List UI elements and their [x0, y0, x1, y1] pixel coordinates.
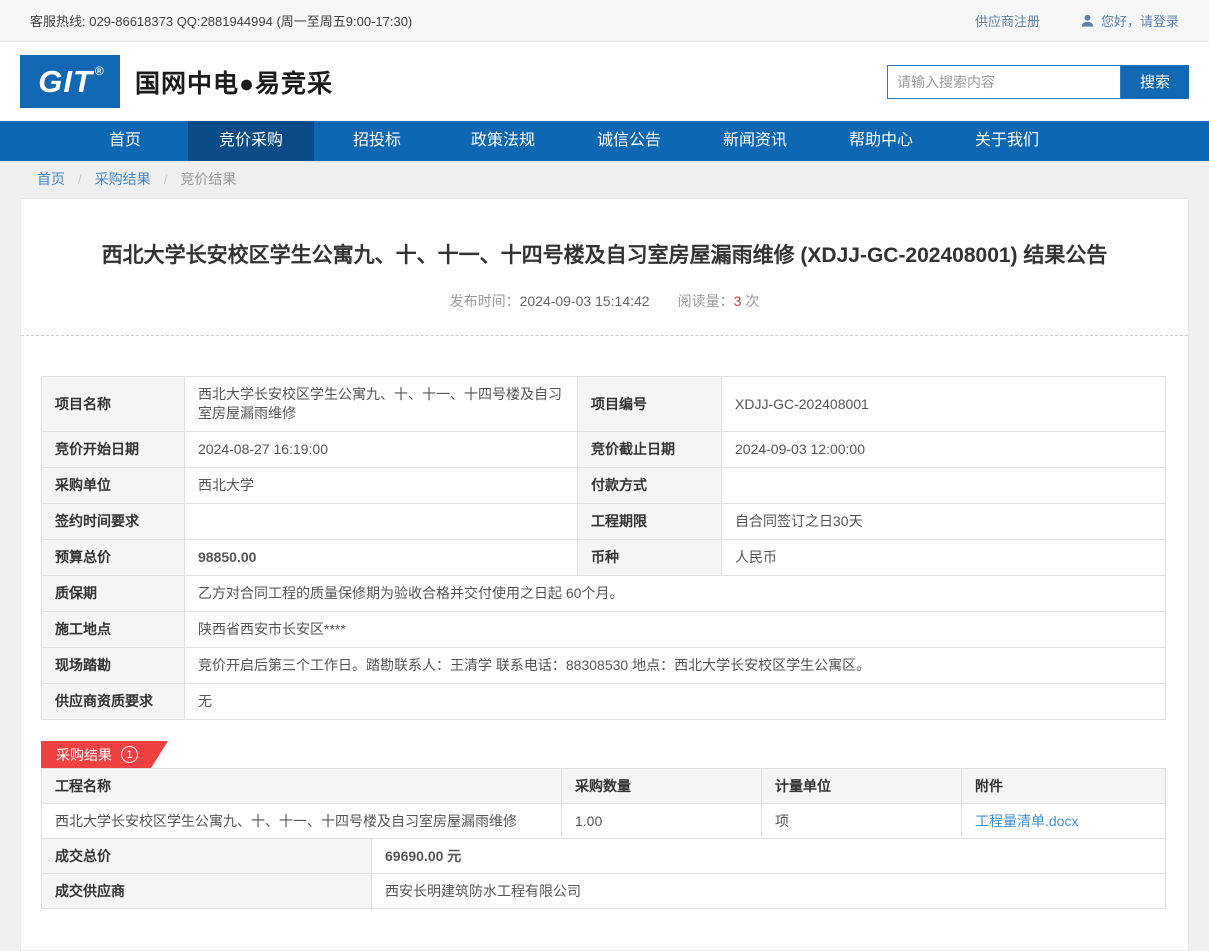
table-row: 签约时间要求 工程期限 自合同签订之日30天	[42, 504, 1166, 540]
nav-item-policy[interactable]: 政策法规	[440, 121, 566, 161]
nav-item-about-us[interactable]: 关于我们	[944, 121, 1070, 161]
table-row: 质保期 乙方对合同工程的质量保修期为验收合格并交付使用之日起 60个月。	[42, 576, 1166, 612]
person-icon	[1080, 13, 1095, 28]
bid-start-value: 2024-08-27 16:19:00	[185, 432, 578, 468]
table-row: 竞价开始日期 2024-08-27 16:19:00 竞价截止日期 2024-0…	[42, 432, 1166, 468]
project-name-label: 项目名称	[42, 377, 185, 432]
table-row: 成交供应商 西安长明建筑防水工程有限公司	[42, 874, 1166, 909]
currency-value: 人民币	[722, 540, 1166, 576]
purchaser-value: 西北大学	[185, 468, 578, 504]
purchase-result-tag-label: 采购结果	[56, 745, 112, 765]
dashed-divider	[21, 335, 1188, 336]
main-nav: 首页 竞价采购 招投标 政策法规 诚信公告 新闻资讯 帮助中心 关于我们	[0, 121, 1209, 161]
views-label: 阅读量：	[678, 293, 734, 309]
project-number-value: XDJJ-GC-202408001	[722, 377, 1166, 432]
breadcrumb-purchase-results[interactable]: 采购结果	[95, 171, 151, 187]
construction-site-value: 陕西省西安市长安区****	[185, 612, 1166, 648]
announcement-card: 西北大学长安校区学生公寓九、十、十一、十四号楼及自习室房屋漏雨维修 (XDJJ-…	[20, 198, 1189, 951]
nav-item-bidding-purchase[interactable]: 竞价采购	[188, 121, 314, 161]
project-duration-label: 工程期限	[578, 504, 722, 540]
page-title: 西北大学长安校区学生公寓九、十、十一、十四号楼及自习室房屋漏雨维修 (XDJJ-…	[21, 199, 1188, 269]
signing-time-value	[185, 504, 578, 540]
topbar: 客服热线: 029-86618373 QQ:2881944994 (周一至周五9…	[0, 0, 1209, 42]
purchase-result-table: 工程名称 采购数量 计量单位 附件 西北大学长安校区学生公寓九、十、十一、十四号…	[41, 768, 1166, 909]
site-header: GIT ® 国网中电●易竞采 搜索	[0, 42, 1209, 121]
attachment-link[interactable]: 工程量清单.docx	[975, 813, 1078, 829]
payment-method-value	[722, 468, 1166, 504]
deal-supplier-label: 成交供应商	[42, 874, 372, 909]
currency-label: 币种	[578, 540, 722, 576]
breadcrumb: 首页 / 采购结果 / 竞价结果	[0, 161, 1209, 198]
article-meta: 发布时间：2024-09-03 15:14:42 阅读量：3次	[21, 291, 1188, 311]
deal-supplier-value: 西安长明建筑防水工程有限公司	[372, 874, 1166, 909]
payment-method-label: 付款方式	[578, 468, 722, 504]
nav-item-help-center[interactable]: 帮助中心	[818, 121, 944, 161]
project-info-table: 项目名称 西北大学长安校区学生公寓九、十、十一、十四号楼及自习室房屋漏雨维修 项…	[41, 376, 1166, 720]
table-row: 预算总价 98850.00 币种 人民币	[42, 540, 1166, 576]
site-logo[interactable]: GIT ®	[20, 55, 120, 108]
construction-site-label: 施工地点	[42, 612, 185, 648]
search-bar: 搜索	[887, 65, 1189, 99]
site-survey-value: 竞价开启后第三个工作日。踏勘联系人：王清学 联系电话：88308530 地点：西…	[185, 648, 1166, 684]
nav-item-news[interactable]: 新闻资讯	[692, 121, 818, 161]
deal-total-label: 成交总价	[42, 839, 372, 874]
result-count-badge: 1	[121, 746, 138, 763]
logo-registered-mark: ®	[95, 64, 104, 78]
result-project-name: 西北大学长安校区学生公寓九、十、十一、十四号楼及自习室房屋漏雨维修	[42, 804, 562, 839]
table-header-row: 工程名称 采购数量 计量单位 附件	[42, 769, 1166, 804]
header-unit: 计量单位	[762, 769, 962, 804]
search-button[interactable]: 搜索	[1121, 65, 1189, 99]
signing-time-label: 签约时间要求	[42, 504, 185, 540]
nav-item-tender[interactable]: 招投标	[314, 121, 440, 161]
nav-item-integrity-notice[interactable]: 诚信公告	[566, 121, 692, 161]
table-row: 供应商资质要求 无	[42, 684, 1166, 720]
warranty-value: 乙方对合同工程的质量保修期为验收合格并交付使用之日起 60个月。	[185, 576, 1166, 612]
supplier-qualification-value: 无	[185, 684, 1166, 720]
warranty-label: 质保期	[42, 576, 185, 612]
header-project-name: 工程名称	[42, 769, 562, 804]
table-row: 现场踏勘 竞价开启后第三个工作日。踏勘联系人：王清学 联系电话：88308530…	[42, 648, 1166, 684]
header-attachment: 附件	[962, 769, 1166, 804]
breadcrumb-separator: /	[164, 171, 168, 187]
purchase-result-tag: 采购结果 1	[41, 741, 168, 768]
bid-deadline-label: 竞价截止日期	[578, 432, 722, 468]
project-number-label: 项目编号	[578, 377, 722, 432]
table-row: 采购单位 西北大学 付款方式	[42, 468, 1166, 504]
views-unit: 次	[745, 293, 759, 309]
topbar-right: 供应商注册 您好，请登录	[975, 11, 1179, 30]
breadcrumb-separator: /	[78, 171, 82, 187]
deal-total-value: 69690.00 元	[372, 839, 1166, 874]
site-brand-name: 国网中电●易竞采	[135, 64, 333, 100]
breadcrumb-home[interactable]: 首页	[37, 171, 65, 187]
nav-item-home[interactable]: 首页	[62, 121, 188, 161]
table-row: 施工地点 陕西省西安市长安区****	[42, 612, 1166, 648]
bid-start-label: 竞价开始日期	[42, 432, 185, 468]
supplier-qualification-label: 供应商资质要求	[42, 684, 185, 720]
table-row: 成交总价 69690.00 元	[42, 839, 1166, 874]
bid-deadline-value: 2024-09-03 12:00:00	[722, 432, 1166, 468]
result-quantity: 1.00	[562, 804, 762, 839]
service-hotline-text: 客服热线: 029-86618373 QQ:2881944994 (周一至周五9…	[30, 11, 412, 30]
publish-time-value: 2024-09-03 15:14:42	[520, 293, 650, 309]
logo-text: GIT	[38, 64, 93, 100]
purchaser-label: 采购单位	[42, 468, 185, 504]
project-duration-value: 自合同签订之日30天	[722, 504, 1166, 540]
views-count: 3	[734, 293, 742, 309]
publish-time-label: 发布时间：	[450, 293, 520, 309]
site-survey-label: 现场踏勘	[42, 648, 185, 684]
result-unit: 项	[762, 804, 962, 839]
search-input[interactable]	[887, 65, 1121, 99]
login-group[interactable]: 您好，请登录	[1080, 11, 1179, 30]
table-row: 项目名称 西北大学长安校区学生公寓九、十、十一、十四号楼及自习室房屋漏雨维修 项…	[42, 377, 1166, 432]
project-name-value: 西北大学长安校区学生公寓九、十、十一、十四号楼及自习室房屋漏雨维修	[185, 377, 578, 432]
budget-total-value: 98850.00	[185, 540, 578, 576]
header-quantity: 采购数量	[562, 769, 762, 804]
login-link[interactable]: 您好，请登录	[1101, 11, 1179, 30]
table-row: 西北大学长安校区学生公寓九、十、十一、十四号楼及自习室房屋漏雨维修 1.00 项…	[42, 804, 1166, 839]
breadcrumb-current: 竞价结果	[180, 171, 236, 187]
supplier-register-link[interactable]: 供应商注册	[975, 11, 1040, 30]
budget-total-label: 预算总价	[42, 540, 185, 576]
